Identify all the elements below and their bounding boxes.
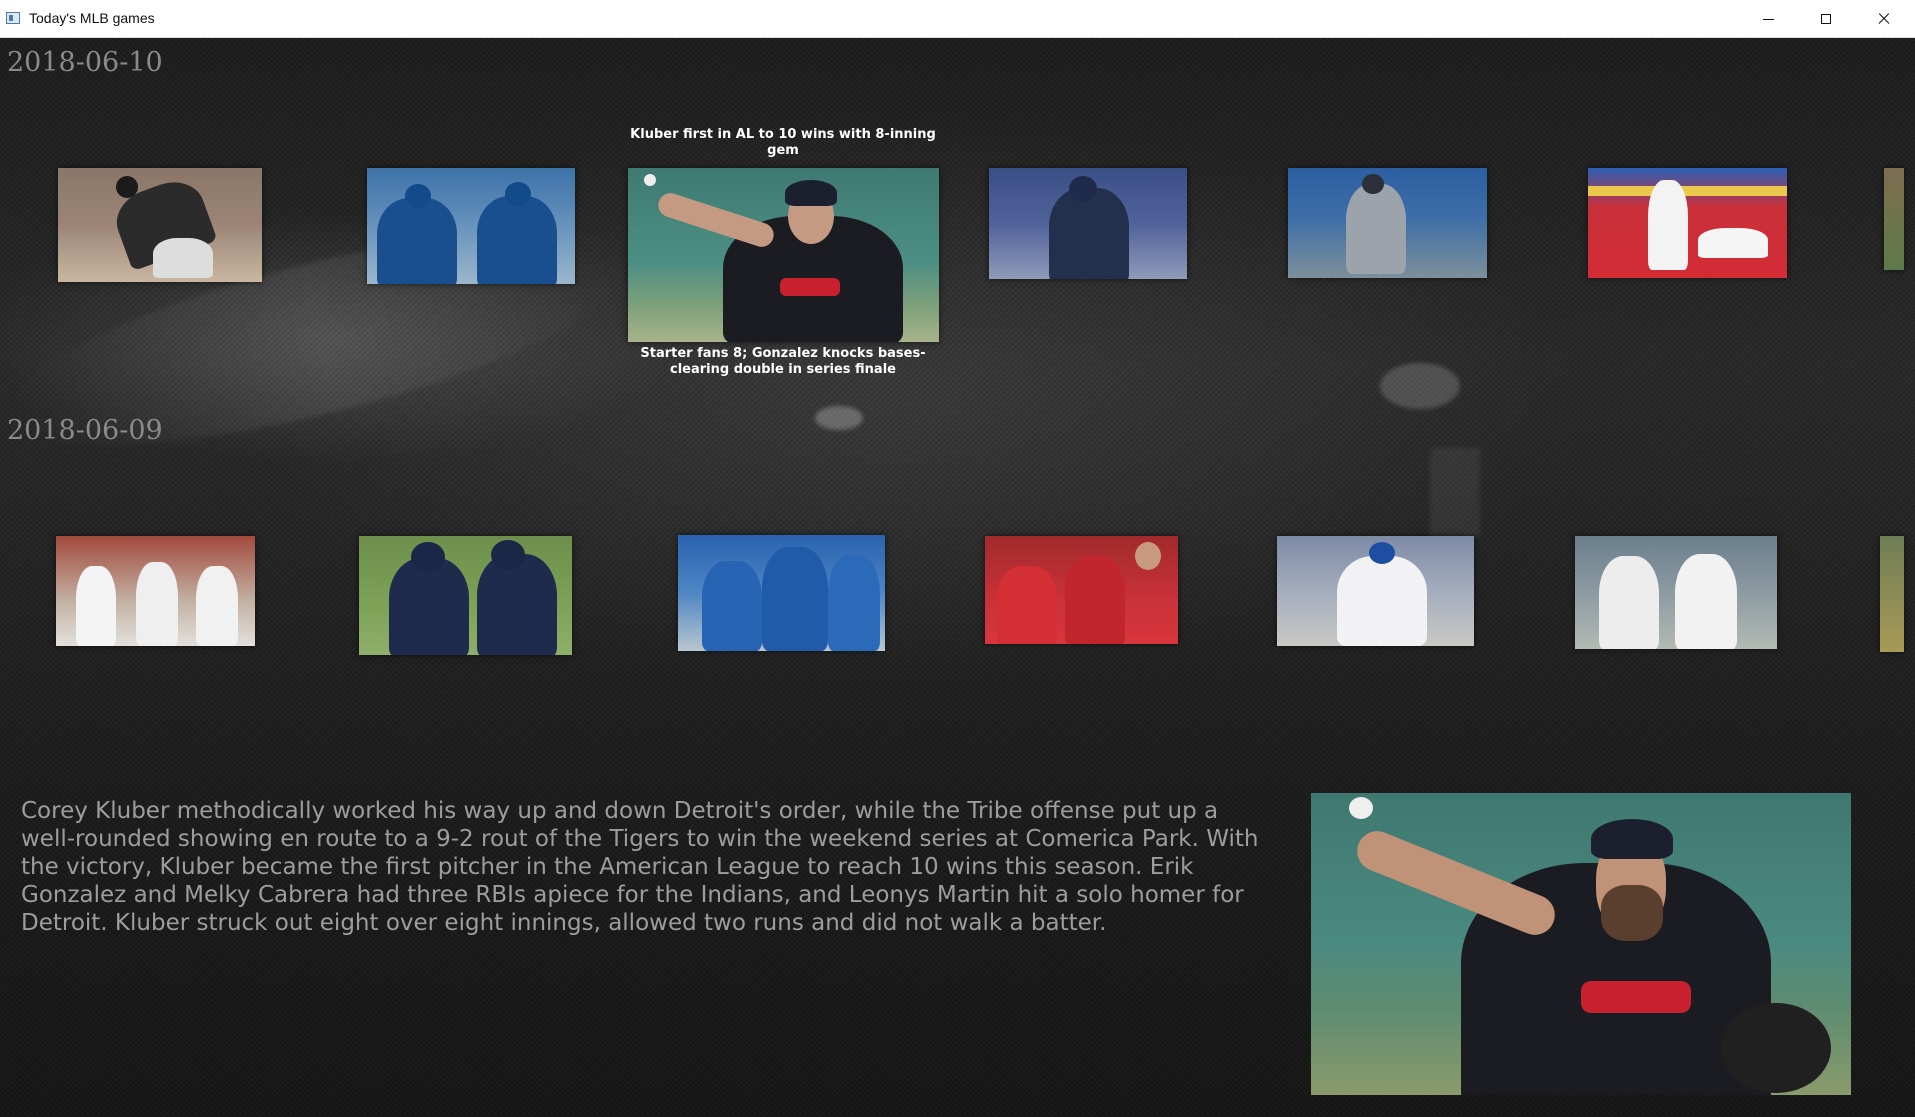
team-logo xyxy=(1581,981,1691,1013)
date-header-2018-06-10: 2018-06-10 xyxy=(7,47,163,78)
wall-logo xyxy=(1698,228,1768,258)
player-figure xyxy=(1049,188,1129,279)
game-thumbnail[interactable] xyxy=(989,168,1187,279)
player-head xyxy=(1135,542,1161,570)
window-title: Today's MLB games xyxy=(29,10,155,26)
player-figure xyxy=(1648,180,1688,270)
game-thumbnail[interactable] xyxy=(678,535,885,651)
player-helmet xyxy=(405,184,431,208)
player-figure xyxy=(389,558,469,655)
player-figure xyxy=(997,566,1057,644)
player-figure xyxy=(702,561,762,651)
game-thumbnail[interactable] xyxy=(1575,536,1777,649)
game-thumbnail[interactable] xyxy=(1588,168,1787,278)
minimize-button[interactable] xyxy=(1739,0,1797,38)
stadium-light xyxy=(815,406,863,430)
close-icon xyxy=(1877,12,1891,26)
player-figure xyxy=(1065,556,1125,644)
game-thumbnail-partial[interactable] xyxy=(1880,536,1904,652)
date-header-2018-06-09: 2018-06-09 xyxy=(7,415,163,446)
games-view: 2018-06-10 Kluber first in AL to 10 wins… xyxy=(0,38,1915,1117)
game-thumbnail-selected[interactable] xyxy=(628,168,939,342)
scoreboard-silhouette xyxy=(1430,448,1480,538)
player-cap xyxy=(1069,176,1097,202)
game-thumbnail[interactable] xyxy=(985,536,1178,644)
maximize-button[interactable] xyxy=(1797,0,1855,38)
game-subheadline: Starter fans 8; Gonzalez knocks bases-cl… xyxy=(640,346,926,377)
player-figure xyxy=(1337,556,1427,646)
minimize-icon xyxy=(1762,18,1774,20)
glove xyxy=(1721,1003,1831,1093)
game-thumbnail[interactable] xyxy=(1288,168,1487,278)
player-beard xyxy=(1601,885,1663,941)
app-icon xyxy=(6,12,20,24)
game-thumbnail-partial[interactable] xyxy=(1884,168,1904,270)
game-thumbnail[interactable] xyxy=(56,536,255,646)
team-logo xyxy=(780,278,840,296)
window-titlebar: Today's MLB games xyxy=(0,0,1915,38)
game-detail-image xyxy=(1311,793,1851,1095)
game-thumbnail[interactable] xyxy=(367,168,575,284)
game-thumbnail[interactable] xyxy=(58,168,262,282)
baseball xyxy=(1349,797,1373,819)
player-cap xyxy=(1591,819,1673,859)
player-figure xyxy=(1599,556,1659,649)
player-figure xyxy=(477,196,557,284)
player-legs xyxy=(153,238,213,278)
player-figure xyxy=(477,554,557,655)
player-figure xyxy=(136,562,178,646)
player-figure xyxy=(762,547,828,651)
player-helmet xyxy=(411,542,445,572)
player-figure xyxy=(828,555,880,651)
close-button[interactable] xyxy=(1855,0,1913,38)
maximize-icon xyxy=(1821,14,1831,24)
player-cap xyxy=(785,180,837,206)
player-cap xyxy=(1369,542,1395,564)
player-figure xyxy=(1346,184,1406,274)
player-helmet xyxy=(491,540,525,570)
player-figure xyxy=(196,566,238,646)
player-figure xyxy=(1675,554,1737,649)
game-thumbnail[interactable] xyxy=(1277,536,1474,646)
player-figure xyxy=(377,198,457,284)
player-cap xyxy=(1362,174,1384,194)
game-thumbnail[interactable] xyxy=(359,536,572,655)
game-headline: Kluber first in AL to 10 wins with 8-inn… xyxy=(630,127,936,158)
player-head xyxy=(116,176,138,198)
outfield-wall-stripe xyxy=(1588,186,1787,196)
baseball xyxy=(644,174,656,186)
stadium-light xyxy=(1380,363,1460,409)
player-figure xyxy=(76,566,116,646)
player-helmet xyxy=(505,182,531,206)
game-summary: Corey Kluber methodically worked his way… xyxy=(21,798,1259,936)
player-arm xyxy=(655,190,777,250)
